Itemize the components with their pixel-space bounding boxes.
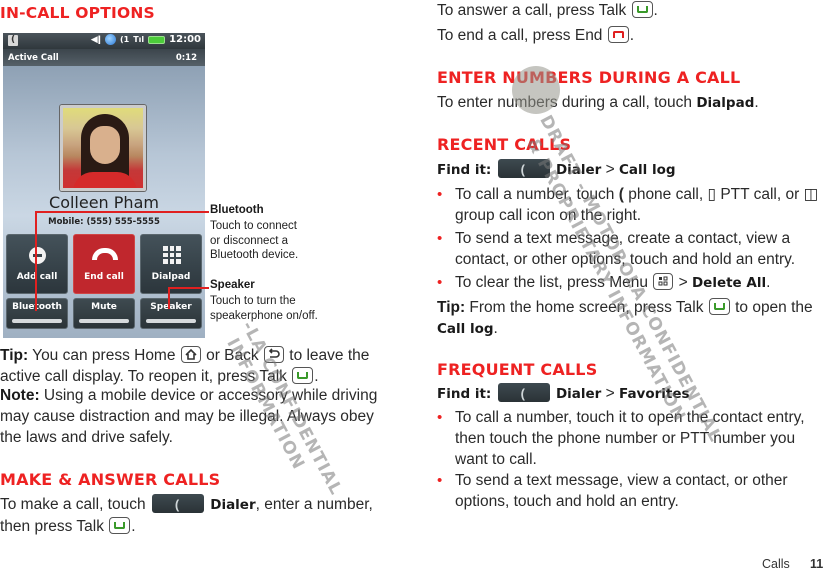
note-paragraph: Note: Using a mobile device or accessory… (0, 387, 378, 446)
bluetooth-callout-line (35, 211, 37, 311)
dialer-app-icon (151, 494, 204, 515)
speaker-icon: ◀ǀ (90, 34, 101, 45)
phone-screenshot: ( ◀ǀ (1 Tıl 12:00 Active Call 0:12 Colle… (3, 33, 205, 338)
signal-bars-icon: Tıl (133, 35, 145, 44)
watermark-logo (512, 66, 560, 114)
active-call-title: Active Call (8, 53, 59, 63)
status-time: 12:00 (169, 34, 201, 45)
mute-label: Mute (91, 302, 117, 312)
end-key-icon (607, 26, 629, 43)
recent-bullet: • To call a number, touch ( phone call, ▯… (437, 186, 819, 224)
dialpad-label: Dialpad (151, 272, 191, 282)
bluetooth-callout-text: Touch to connect or disconnect a Bluetoo… (210, 220, 299, 261)
ptt-call-icon: ▯ (707, 186, 717, 203)
section-heading-enter-numbers: Enter numbers during a call (437, 68, 741, 87)
end-call-text: To end a call, press End . (437, 26, 635, 44)
frequent-bullet: • To send a text message, view a contact,… (437, 472, 788, 510)
menu-key-icon (653, 273, 674, 290)
group-call-icon: ◫ (803, 186, 819, 203)
talk-key-icon (631, 1, 653, 18)
bluetooth-callout-line-h (35, 211, 209, 213)
active-call-bar: Active Call 0:12 (3, 49, 205, 66)
section-heading-in-call-options: In-call options (0, 4, 155, 22)
bluetooth-indicator (12, 319, 62, 323)
battery-icon (148, 35, 166, 44)
add-call-button[interactable]: Add call (6, 234, 68, 294)
frequent-bullet: • To call a number, touch it to open the … (437, 409, 805, 468)
dialer-app-icon (497, 383, 550, 404)
dialpad-icon (163, 246, 181, 264)
section-heading-make-answer-calls: Make & answer calls (0, 470, 221, 489)
speaker-callout-line (168, 287, 170, 309)
contact-number: Mobile: (555) 555-5555 (48, 217, 160, 227)
end-call-label: End call (84, 272, 124, 282)
bluetooth-label: Bluetooth (12, 302, 62, 312)
speaker-callout-line-h (168, 287, 209, 289)
mute-indicator (79, 319, 129, 323)
status-bar: ( ◀ǀ (1 Tıl 12:00 (3, 33, 205, 49)
home-key-icon (180, 346, 201, 363)
make-call-paragraph: To make a call, touch Dialer, enter a nu… (0, 494, 385, 537)
call-signal-icon: (1 (119, 35, 130, 44)
talk-key-icon (292, 367, 314, 384)
bluetooth-button[interactable]: Bluetooth (6, 298, 68, 329)
contact-name: Colleen Pham (49, 193, 159, 212)
notification-icon: ( (8, 35, 18, 46)
globe-icon (104, 34, 116, 45)
talk-key-icon (708, 298, 730, 315)
dialpad-button[interactable]: Dialpad (140, 234, 202, 294)
section-heading-frequent-calls: Frequent calls (437, 360, 598, 379)
speaker-callout-title: Speaker (210, 279, 255, 291)
add-call-icon (29, 247, 46, 264)
call-timer: 0:12 (175, 53, 197, 63)
recent-bullet: • To send a text message, create a contac… (437, 230, 796, 268)
page-number: 11 (810, 557, 824, 570)
end-call-button[interactable]: End call (73, 234, 135, 294)
speaker-button[interactable]: Speaker (140, 298, 202, 329)
speaker-label: Speaker (150, 302, 192, 312)
bluetooth-callout-title: Bluetooth (210, 204, 264, 216)
contact-photo (60, 105, 146, 191)
speaker-callout-text: Touch to turn the speakerphone on/off. (210, 295, 318, 322)
mute-button[interactable]: Mute (73, 298, 135, 329)
enter-numbers-text: To enter numbers during a call, touch Di… (437, 94, 759, 111)
answer-call-text: To answer a call, press Talk . (437, 1, 658, 19)
end-call-icon (92, 248, 118, 260)
tip-paragraph: Tip: You can press Home or Back to leave… (0, 346, 370, 385)
footer-section-name: Calls (762, 557, 790, 570)
speaker-indicator (146, 319, 196, 323)
talk-key-icon (109, 517, 131, 534)
add-call-label: Add call (16, 272, 58, 282)
